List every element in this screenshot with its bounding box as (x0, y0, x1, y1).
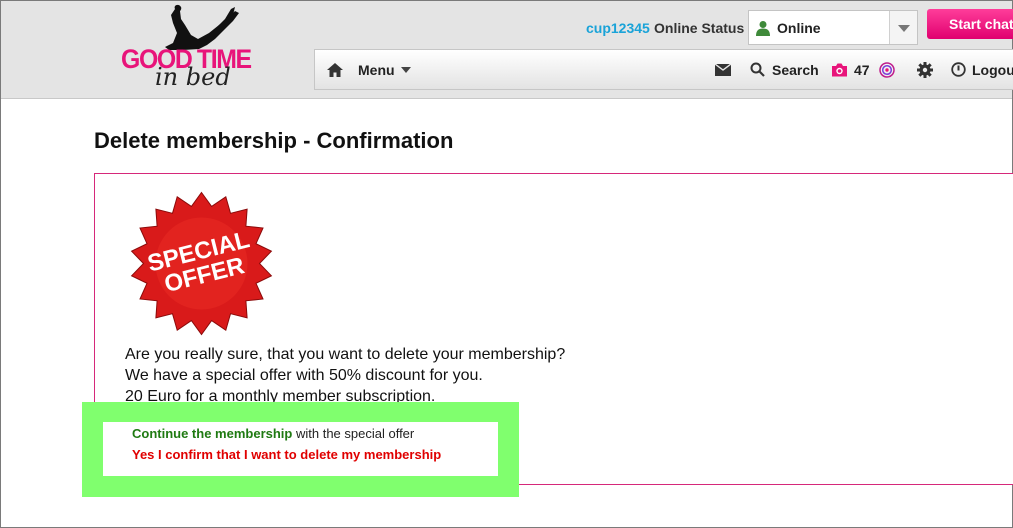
page-title: Delete membership - Confirmation (94, 128, 454, 153)
online-status-value: Online (777, 20, 821, 36)
menu-label: Menu (358, 61, 395, 78)
photo-count: 47 (854, 61, 870, 78)
username-link[interactable]: cup12345 (586, 20, 650, 36)
target-icon (879, 61, 895, 78)
search-button[interactable]: Search (750, 50, 819, 89)
online-status-label: Online Status (654, 20, 745, 36)
photos-button[interactable]: 47 (831, 50, 870, 89)
mail-icon (715, 63, 731, 76)
search-label: Search (772, 61, 819, 78)
main-navbar: Menu Search 47 Logou (314, 49, 1013, 90)
continue-membership-link[interactable]: Continue the membership (132, 426, 292, 441)
logo-text-in-bed: in bed (155, 63, 231, 91)
logout-label: Logout (972, 61, 1013, 78)
continue-option: Continue the membership with the special… (132, 426, 414, 441)
message-line-1: Are you really sure, that you want to de… (125, 346, 566, 363)
status-dropdown-toggle[interactable] (889, 11, 917, 44)
gear-icon (917, 61, 933, 78)
start-chat-button[interactable]: Start chat (927, 9, 1013, 39)
power-icon (951, 62, 966, 77)
chevron-down-icon (400, 66, 411, 73)
logout-button[interactable]: Logout (951, 50, 1013, 89)
message-line-2: We have a special offer with 50% discoun… (125, 367, 483, 384)
target-button[interactable] (879, 50, 895, 89)
chevron-down-icon (898, 25, 910, 32)
special-offer-badge: SPECIAL OFFER (130, 191, 273, 336)
site-logo[interactable]: GOOD TIME in bed (121, 3, 271, 95)
continue-suffix: with the special offer (292, 426, 415, 441)
camera-icon (832, 63, 847, 76)
settings-button[interactable] (917, 50, 933, 89)
online-status-select[interactable]: Online (748, 10, 918, 45)
confirm-delete-link[interactable]: Yes I confirm that I want to delete my m… (132, 447, 441, 462)
home-button[interactable] (327, 50, 343, 89)
messages-button[interactable] (715, 50, 731, 89)
person-icon (756, 21, 770, 36)
site-header: GOOD TIME in bed cup12345 Online Status … (1, 1, 1013, 99)
home-icon (327, 62, 343, 77)
search-icon (750, 62, 765, 77)
menu-button[interactable]: Menu (358, 50, 411, 89)
